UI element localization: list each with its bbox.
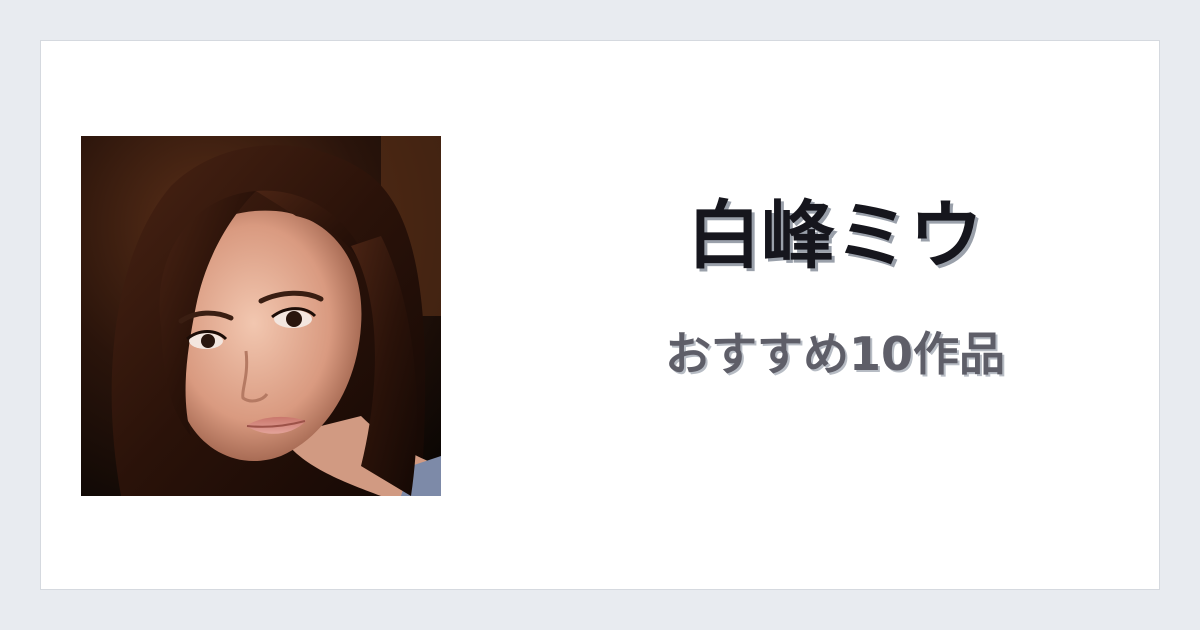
portrait-illustration	[81, 136, 441, 496]
thumbnail-card: 白峰ミウ おすすめ10作品	[40, 40, 1160, 590]
portrait-photo	[81, 136, 441, 496]
page-title: 白峰ミウ	[687, 193, 983, 279]
page-subtitle: おすすめ10作品	[664, 327, 1005, 381]
